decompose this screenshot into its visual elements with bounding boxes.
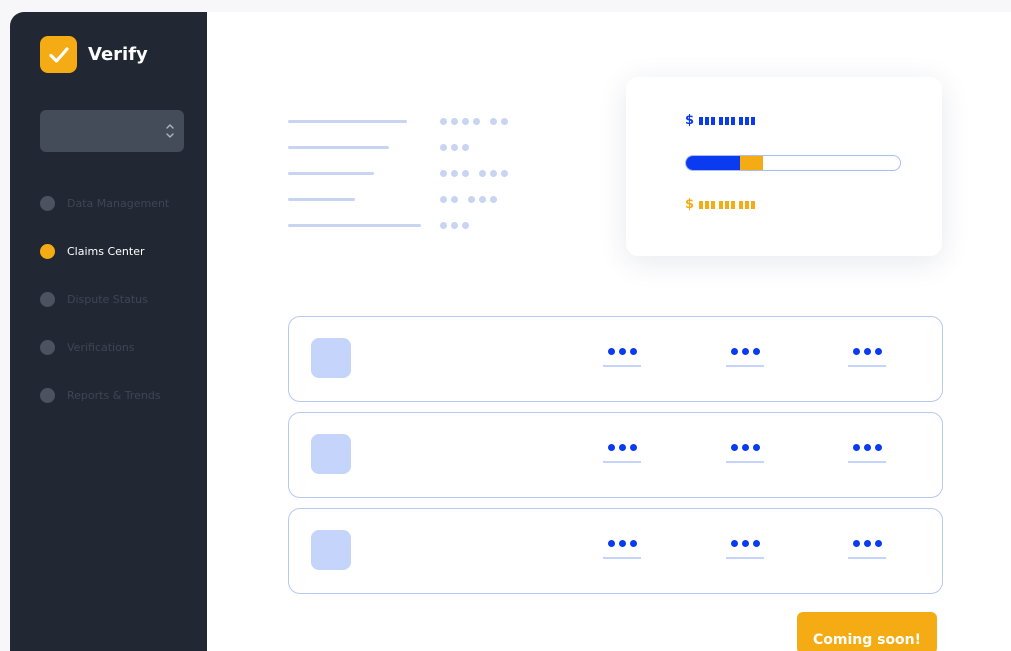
bullet-icon	[40, 339, 55, 355]
balance-card: $ $	[626, 77, 942, 256]
row-value	[848, 540, 886, 559]
list-item[interactable]	[288, 316, 943, 402]
sidebar-item-reports-trends[interactable]: Reports & Trends	[40, 371, 169, 419]
summary-placeholder-list	[288, 108, 508, 238]
sidebar-item-verifications[interactable]: Verifications	[40, 323, 169, 371]
sidebar: Verify Data Management Claims Center Dis…	[10, 12, 207, 651]
list-item[interactable]	[288, 412, 943, 498]
summary-line	[288, 186, 497, 212]
row-value	[603, 444, 641, 463]
total-amount: $	[685, 113, 756, 128]
bullet-icon	[40, 243, 55, 259]
claims-list	[288, 316, 943, 604]
sidebar-item-label: Reports & Trends	[67, 388, 161, 402]
claims-progress-bar	[685, 155, 901, 171]
row-value	[726, 540, 764, 559]
summary-line	[288, 160, 508, 186]
row-value	[848, 348, 886, 367]
row-value	[603, 540, 641, 559]
list-item[interactable]	[288, 508, 943, 594]
avatar	[311, 434, 351, 474]
row-value	[726, 444, 764, 463]
account-select[interactable]	[40, 110, 184, 152]
checkmark-icon	[40, 36, 77, 73]
avatar	[311, 338, 351, 378]
sidebar-item-data-management[interactable]: Data Management	[40, 180, 169, 227]
coming-soon-button[interactable]: Coming soon!	[797, 612, 937, 651]
bullet-icon	[40, 387, 55, 403]
summary-line	[288, 212, 469, 238]
chevron-up-down-icon	[165, 121, 175, 141]
avatar	[311, 530, 351, 570]
row-value	[726, 348, 764, 367]
summary-line	[288, 134, 469, 160]
sidebar-nav: Data Management Claims Center Dispute St…	[40, 180, 169, 419]
row-value	[603, 348, 641, 367]
sidebar-item-dispute-status[interactable]: Dispute Status	[40, 275, 169, 323]
app-window: Verify Data Management Claims Center Dis…	[10, 12, 1011, 651]
app-name: Verify	[88, 44, 148, 65]
sidebar-item-label: Data Management	[67, 197, 170, 210]
sidebar-item-label: Verifications	[67, 340, 135, 354]
row-value	[848, 444, 886, 463]
logo[interactable]: Verify	[40, 36, 148, 73]
bullet-icon	[40, 291, 55, 307]
bullet-icon	[40, 196, 55, 211]
sidebar-item-label: Claims Center	[67, 244, 145, 258]
sidebar-item-label: Dispute Status	[67, 292, 148, 306]
claimed-amount: $	[685, 197, 756, 212]
summary-line	[288, 108, 508, 134]
sidebar-item-claims-center[interactable]: Claims Center	[40, 227, 169, 275]
